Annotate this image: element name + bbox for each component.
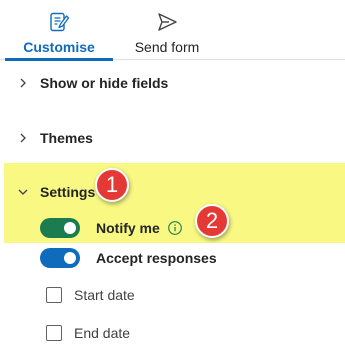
tab-customise-label: Customise xyxy=(23,39,95,55)
send-icon xyxy=(158,13,177,31)
chevron-right-icon xyxy=(20,133,26,143)
annotation-callout-2: 2 xyxy=(195,204,229,238)
start-date-checkbox[interactable] xyxy=(46,287,62,303)
section-themes-label: Themes xyxy=(40,130,93,146)
notify-me-toggle[interactable] xyxy=(40,218,80,238)
section-settings-label: Settings xyxy=(40,184,96,200)
section-show-hide-fields-label: Show or hide fields xyxy=(40,75,169,91)
section-themes[interactable]: Themes xyxy=(0,123,93,153)
toggle-knob xyxy=(64,222,76,234)
annotation-callout-1: 1 xyxy=(95,168,129,202)
customise-icon xyxy=(50,12,70,32)
start-date-label: Start date xyxy=(74,287,135,303)
section-settings[interactable]: Settings xyxy=(0,177,95,207)
chevron-down-icon xyxy=(18,189,28,195)
notify-me-setting: Notify me xyxy=(40,216,183,240)
info-icon[interactable] xyxy=(167,220,183,236)
chevron-right-icon xyxy=(20,78,26,88)
section-show-hide-fields[interactable]: Show or hide fields xyxy=(0,68,168,98)
end-date-checkbox[interactable] xyxy=(46,325,62,341)
accept-responses-toggle[interactable] xyxy=(40,248,80,268)
notify-me-label: Notify me xyxy=(96,220,160,236)
end-date-label: End date xyxy=(74,325,131,341)
tab-bar: Customise Send form xyxy=(0,0,345,61)
tab-customise[interactable]: Customise xyxy=(5,0,113,61)
toggle-knob xyxy=(64,252,76,264)
tab-send-form-label: Send form xyxy=(134,39,200,55)
active-tab-indicator xyxy=(5,58,113,61)
start-date-option[interactable]: Start date xyxy=(46,285,135,305)
end-date-option[interactable]: End date xyxy=(46,323,130,343)
accept-responses-setting: Accept responses xyxy=(40,246,217,270)
tab-send-form[interactable]: Send form xyxy=(127,0,207,60)
accept-responses-label: Accept responses xyxy=(96,250,217,266)
